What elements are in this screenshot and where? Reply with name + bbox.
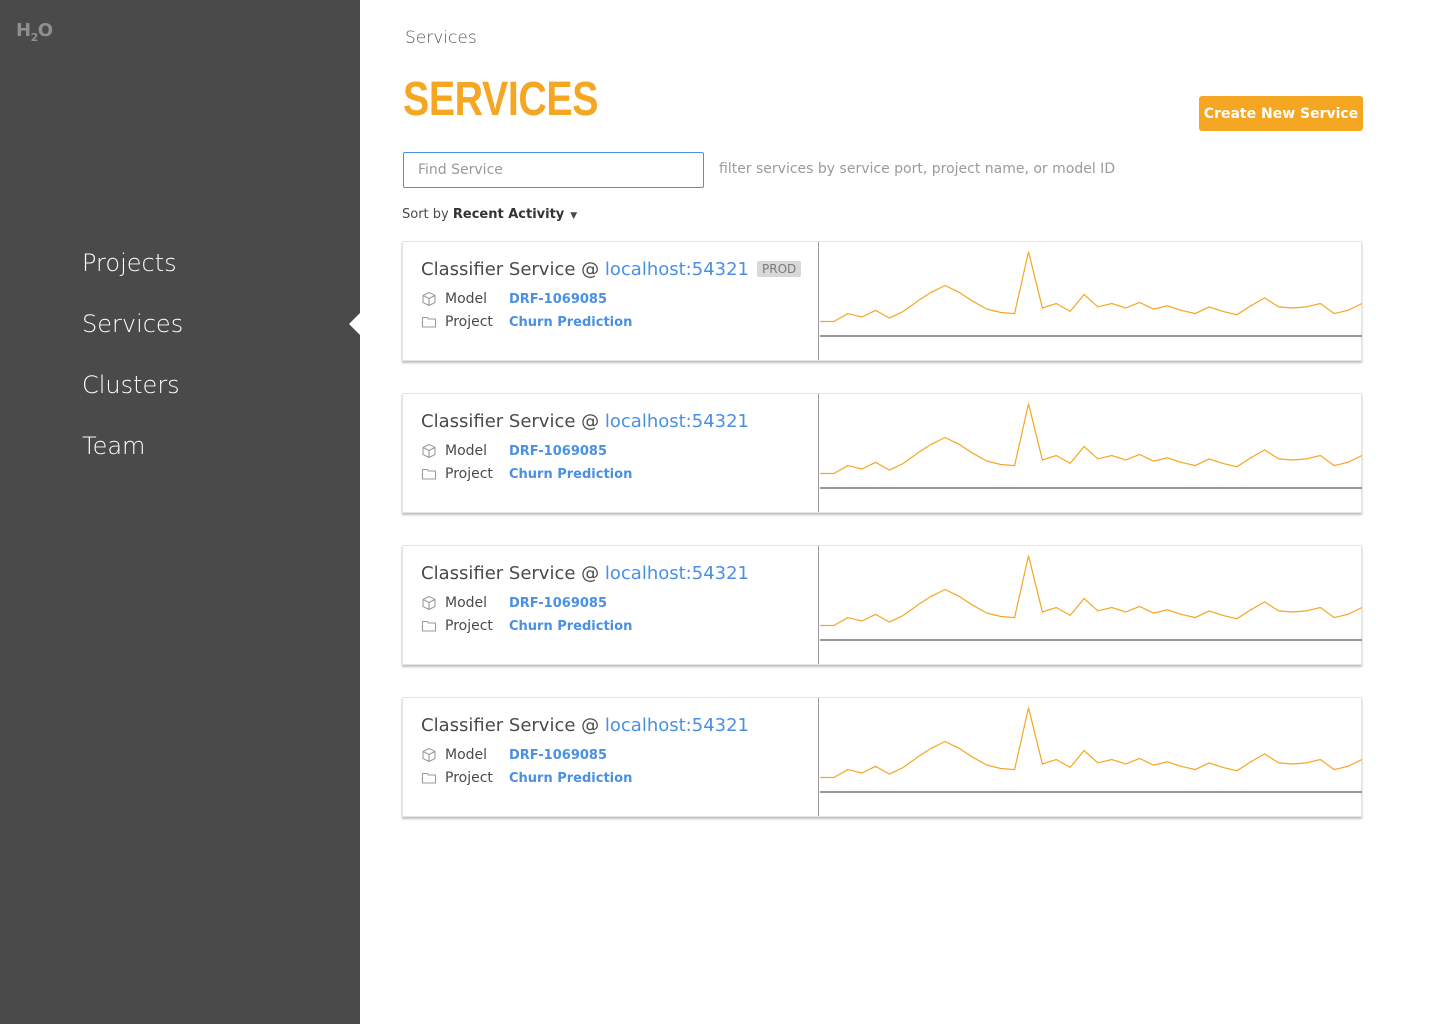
project-row: Project Churn Prediction xyxy=(421,312,632,332)
sort-dropdown[interactable]: Sort by Recent Activity ▼ xyxy=(402,207,577,222)
breadcrumb[interactable]: Services xyxy=(405,28,477,48)
activity-series-line xyxy=(820,707,1362,779)
activity-chart xyxy=(820,394,1362,512)
model-row: Model DRF-1069085 xyxy=(421,745,607,765)
service-info: Classifier Service @ localhost:54321 PROD… xyxy=(403,242,819,360)
search-hint: filter services by service port, project… xyxy=(719,161,1116,177)
model-label: Model xyxy=(445,747,488,763)
cube-icon xyxy=(422,291,436,307)
project-label: Project xyxy=(445,618,493,634)
service-card[interactable]: Classifier Service @ localhost:54321 PROD… xyxy=(402,241,1362,361)
sparkline-svg xyxy=(820,403,1362,489)
sort-label: Sort by xyxy=(402,207,449,222)
logo-text-sub: 2 xyxy=(30,31,39,44)
service-info: Classifier Service @ localhost:54321 Mod… xyxy=(403,698,819,816)
activity-series-line xyxy=(820,403,1362,475)
sparkline-svg xyxy=(820,707,1362,793)
cube-icon xyxy=(422,443,436,459)
model-id-link[interactable]: DRF-1069085 xyxy=(509,292,607,307)
create-new-service-button[interactable]: Create New Service xyxy=(1199,96,1363,131)
project-name-link[interactable]: Churn Prediction xyxy=(509,315,632,330)
sidebar-item-projects[interactable]: Projects xyxy=(82,244,183,305)
cube-icon xyxy=(422,595,436,611)
h2o-logo[interactable]: H2O xyxy=(16,20,53,44)
model-id-link[interactable]: DRF-1069085 xyxy=(509,748,607,763)
status-badge: PROD xyxy=(757,261,802,277)
service-name: Classifier Service @ xyxy=(421,259,600,280)
service-host-link[interactable]: localhost:54321 xyxy=(605,411,749,432)
service-card[interactable]: Classifier Service @ localhost:54321 Mod… xyxy=(402,545,1362,665)
activity-chart xyxy=(820,242,1362,360)
service-card[interactable]: Classifier Service @ localhost:54321 Mod… xyxy=(402,697,1362,817)
project-label: Project xyxy=(445,770,493,786)
model-label: Model xyxy=(445,291,488,307)
activity-chart xyxy=(820,546,1362,664)
find-service-input[interactable] xyxy=(403,152,704,188)
project-row: Project Churn Prediction xyxy=(421,464,632,484)
service-name: Classifier Service @ xyxy=(421,411,600,432)
app-root: H2O Projects Services Clusters Team Serv… xyxy=(0,0,1440,1024)
sidebar-item-services[interactable]: Services xyxy=(82,305,183,366)
project-name-link[interactable]: Churn Prediction xyxy=(509,771,632,786)
service-info: Classifier Service @ localhost:54321 Mod… xyxy=(403,394,819,512)
service-card[interactable]: Classifier Service @ localhost:54321 Mod… xyxy=(402,393,1362,513)
model-row: Model DRF-1069085 xyxy=(421,441,607,461)
active-nav-indicator xyxy=(349,313,360,335)
model-id-link[interactable]: DRF-1069085 xyxy=(509,444,607,459)
logo-text-o: O xyxy=(37,20,53,41)
service-title: Classifier Service @ localhost:54321 xyxy=(421,563,749,584)
service-host-link[interactable]: localhost:54321 xyxy=(605,259,749,280)
project-name-link[interactable]: Churn Prediction xyxy=(509,467,632,482)
folder-icon xyxy=(421,772,437,784)
project-label: Project xyxy=(445,466,493,482)
sparkline-svg xyxy=(820,555,1362,641)
model-id-link[interactable]: DRF-1069085 xyxy=(509,596,607,611)
service-title: Classifier Service @ localhost:54321 xyxy=(421,715,749,736)
page-title: SERVICES xyxy=(403,73,599,126)
folder-icon xyxy=(421,468,437,480)
sidebar: H2O Projects Services Clusters Team xyxy=(0,0,360,1024)
sidebar-item-team[interactable]: Team xyxy=(82,427,183,488)
model-row: Model DRF-1069085 xyxy=(421,289,607,309)
sidebar-nav: Projects Services Clusters Team xyxy=(82,244,183,488)
model-label: Model xyxy=(445,595,488,611)
cube-icon xyxy=(422,747,436,763)
service-info: Classifier Service @ localhost:54321 Mod… xyxy=(403,546,819,664)
activity-chart xyxy=(820,698,1362,816)
service-name: Classifier Service @ xyxy=(421,563,600,584)
project-name-link[interactable]: Churn Prediction xyxy=(509,619,632,634)
folder-icon xyxy=(421,316,437,328)
service-host-link[interactable]: localhost:54321 xyxy=(605,715,749,736)
service-name: Classifier Service @ xyxy=(421,715,600,736)
sidebar-item-clusters[interactable]: Clusters xyxy=(82,366,183,427)
project-label: Project xyxy=(445,314,493,330)
project-row: Project Churn Prediction xyxy=(421,616,632,636)
sort-value: Recent Activity xyxy=(452,207,565,222)
caret-down-icon: ▼ xyxy=(570,211,578,221)
logo-text-h: H xyxy=(16,20,31,41)
service-host-link[interactable]: localhost:54321 xyxy=(605,563,749,584)
main-content: Services SERVICES Create New Service fil… xyxy=(360,0,1440,1024)
model-row: Model DRF-1069085 xyxy=(421,593,607,613)
model-label: Model xyxy=(445,443,488,459)
project-row: Project Churn Prediction xyxy=(421,768,632,788)
service-title: Classifier Service @ localhost:54321 xyxy=(421,411,749,432)
sparkline-svg xyxy=(820,251,1362,337)
activity-series-line xyxy=(820,251,1362,323)
folder-icon xyxy=(421,620,437,632)
service-title: Classifier Service @ localhost:54321 PROD xyxy=(421,259,802,280)
activity-series-line xyxy=(820,555,1362,627)
